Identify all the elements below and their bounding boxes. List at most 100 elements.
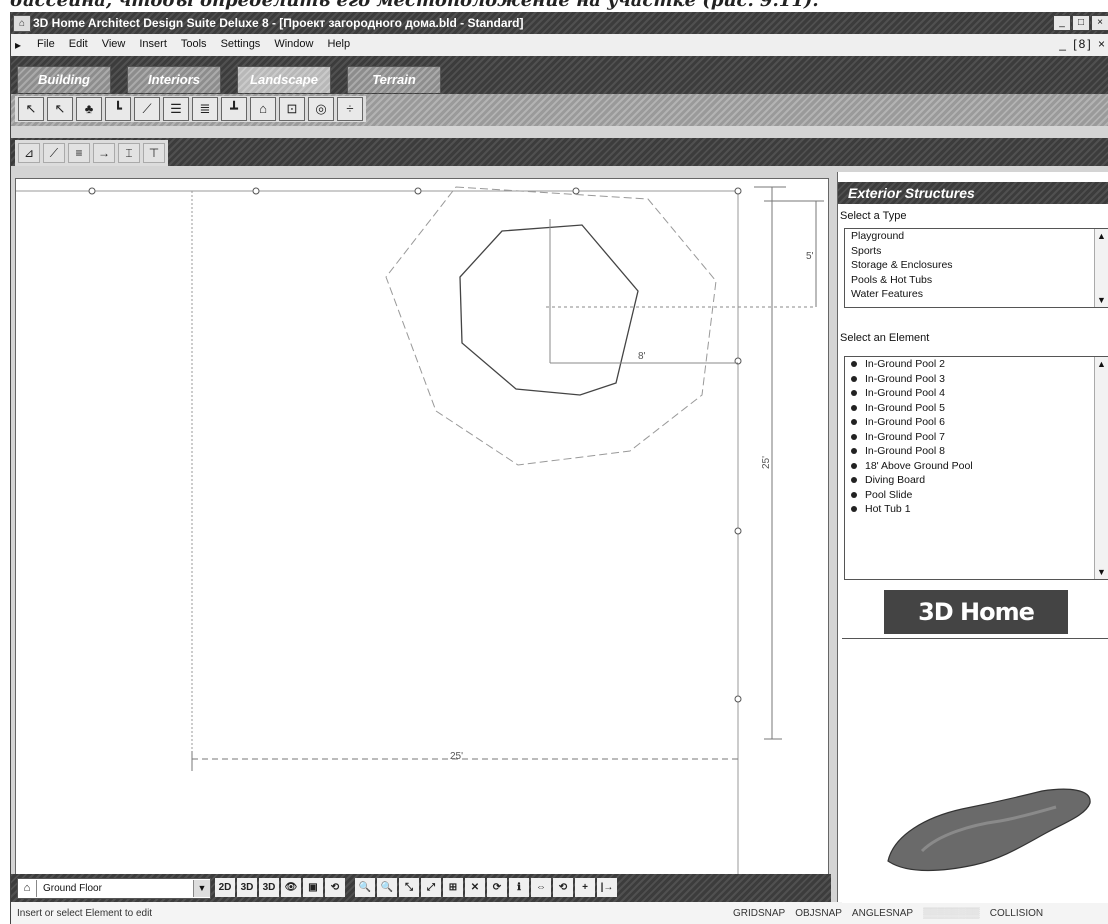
list-item[interactable]: In-Ground Pool 8 [845, 444, 1108, 459]
select-edit-icon[interactable]: ↖ [47, 97, 73, 121]
view-3d-alt-button[interactable]: 3D [259, 878, 279, 897]
plan-drawing[interactable] [16, 179, 828, 885]
refresh-icon[interactable]: ⟳ [487, 878, 507, 897]
mdi-controls[interactable]: _ [8] × [1059, 37, 1107, 51]
app-icon[interactable]: ⌂ [13, 15, 31, 32]
gazebo-icon[interactable]: ⌂ [250, 97, 276, 121]
tab-interiors[interactable]: Interiors [127, 66, 221, 93]
bullet-icon [851, 361, 857, 368]
zoom-in-icon[interactable]: 🔍 [355, 878, 375, 897]
list-item[interactable]: Pools & Hot Tubs [845, 273, 1108, 288]
list-item[interactable]: Water Features [845, 287, 1108, 302]
objsnap-indicator[interactable]: OBJSNAP [795, 908, 842, 919]
floor-select[interactable]: ⌂ Ground Floor ▼ [17, 878, 211, 899]
menu-insert[interactable]: Insert [139, 38, 167, 50]
deck-icon[interactable]: ┻ [221, 97, 247, 121]
product-logo: 3D Home Architect [884, 590, 1068, 670]
zoom-extents-icon[interactable]: ✕ [465, 878, 485, 897]
tab-landscape[interactable]: Landscape [237, 66, 331, 93]
pool-deck-outline [385, 186, 717, 466]
select-arrow-icon[interactable]: ↖ [18, 97, 44, 121]
zoom-fit-icon[interactable]: ⤢ [421, 878, 441, 897]
collision-indicator[interactable]: COLLISION [990, 908, 1043, 919]
drawing-toolbar: ⊿ ⟋ ≡ → ⌶ ⊤ [11, 138, 1108, 166]
element-list-scrollbar[interactable]: ▲ ▼ [1094, 357, 1108, 579]
app-window: ⌂ 3D Home Architect Design Suite Deluxe … [10, 12, 1108, 924]
pan-icon[interactable]: ⇔ [531, 878, 551, 897]
menu-window[interactable]: Window [274, 38, 313, 50]
marker-icon[interactable]: ⊤ [143, 143, 165, 163]
zoom-out-icon[interactable]: 🔍 [377, 878, 397, 897]
anglesnap-indicator[interactable]: ANGLESNAP [852, 908, 913, 919]
close-button[interactable]: × [1091, 15, 1108, 31]
status-bar: Insert or select Element to edit GRIDSNA… [11, 902, 1108, 924]
lot-boundary [16, 190, 739, 879]
fence-icon[interactable]: ☰ [163, 97, 189, 121]
list-item[interactable]: In-Ground Pool 5 [845, 401, 1108, 416]
list-item[interactable]: Storage & Enclosures [845, 258, 1108, 273]
list-item[interactable]: Pool Slide [845, 488, 1108, 503]
list-item[interactable]: In-Ground Pool 4 [845, 386, 1108, 401]
menu-tools[interactable]: Tools [181, 38, 207, 50]
text-icon[interactable]: ≡ [68, 143, 90, 163]
menu-edit[interactable]: Edit [69, 38, 88, 50]
plan-canvas[interactable]: 5' 8' 25' 25' [15, 178, 829, 886]
pool-preview-image [887, 788, 1091, 872]
list-item[interactable]: 18' Above Ground Pool [845, 459, 1108, 474]
view-3d-button[interactable]: 3D [237, 878, 257, 897]
tab-terrain[interactable]: Terrain [347, 66, 441, 93]
add-icon[interactable]: + [575, 878, 595, 897]
pool-icon[interactable]: ◎ [308, 97, 334, 121]
title-bar[interactable]: ⌂ 3D Home Architect Design Suite Deluxe … [11, 12, 1108, 34]
plant-icon[interactable]: ♣ [76, 97, 102, 121]
dimension-icon[interactable]: ⊿ [18, 143, 40, 163]
rotate-icon[interactable]: ⟲ [325, 878, 345, 897]
end-icon[interactable]: |→ [597, 878, 617, 897]
list-item[interactable]: Hot Tub 1 [845, 502, 1108, 517]
render-icon[interactable]: ▣ [303, 878, 323, 897]
menu-help[interactable]: Help [327, 38, 350, 50]
line-icon[interactable]: ⟋ [43, 143, 65, 163]
steps-icon[interactable]: ≣ [192, 97, 218, 121]
list-item[interactable]: In-Ground Pool 3 [845, 372, 1108, 387]
pool-centerlines [546, 219, 816, 364]
list-item[interactable]: In-Ground Pool 7 [845, 430, 1108, 445]
tab-building[interactable]: Building [17, 66, 111, 93]
bullet-icon [851, 404, 857, 411]
status-message: Insert or select Element to edit [17, 908, 153, 919]
list-item[interactable]: In-Ground Pool 2 [845, 357, 1108, 372]
wall-icon[interactable]: ┗ [105, 97, 131, 121]
gridsnap-indicator[interactable]: GRIDSNAP [733, 908, 785, 919]
minimize-button[interactable]: _ [1053, 15, 1071, 31]
zoom-all-icon[interactable]: ⊞ [443, 878, 463, 897]
chevron-down-icon[interactable]: ▼ [193, 880, 210, 897]
arrow-icon[interactable]: → [93, 143, 115, 163]
eye-icon[interactable]: 👁 [281, 878, 301, 897]
scroll-down-icon[interactable]: ▼ [1097, 567, 1106, 577]
menu-settings[interactable]: Settings [221, 38, 261, 50]
type-list[interactable]: Playground Sports Storage & Enclosures P… [844, 228, 1108, 308]
dimension-label-25-horizontal: 25' [450, 751, 464, 762]
path-icon[interactable]: ⟋ [134, 97, 160, 121]
list-item[interactable]: Sports [845, 244, 1108, 259]
maximize-button[interactable]: □ [1072, 15, 1090, 31]
dimension-tool-icon[interactable]: ÷ [337, 97, 363, 121]
scroll-up-icon[interactable]: ▲ [1097, 359, 1106, 369]
type-list-scrollbar[interactable]: ▲ ▼ [1094, 229, 1108, 307]
structure-icon[interactable]: ⊡ [279, 97, 305, 121]
element-list[interactable]: In-Ground Pool 2 In-Ground Pool 3 In-Gro… [844, 356, 1108, 580]
menu-file[interactable]: File [37, 38, 55, 50]
zoom-window-icon[interactable]: ⤡ [399, 878, 419, 897]
list-item[interactable]: In-Ground Pool 6 [845, 415, 1108, 430]
scroll-down-icon[interactable]: ▼ [1097, 295, 1106, 305]
list-item[interactable]: Diving Board [845, 473, 1108, 488]
menu-view[interactable]: View [102, 38, 126, 50]
scroll-up-icon[interactable]: ▲ [1097, 231, 1106, 241]
document-icon[interactable]: ▸ [15, 38, 21, 52]
list-item[interactable]: Playground [845, 229, 1108, 244]
info-icon[interactable]: ℹ [509, 878, 529, 897]
bracket-icon[interactable]: ⌶ [118, 143, 140, 163]
view-2d-button[interactable]: 2D [215, 878, 235, 897]
undo-view-icon[interactable]: ⟲ [553, 878, 573, 897]
dimension-label-8: 8' [638, 351, 646, 362]
